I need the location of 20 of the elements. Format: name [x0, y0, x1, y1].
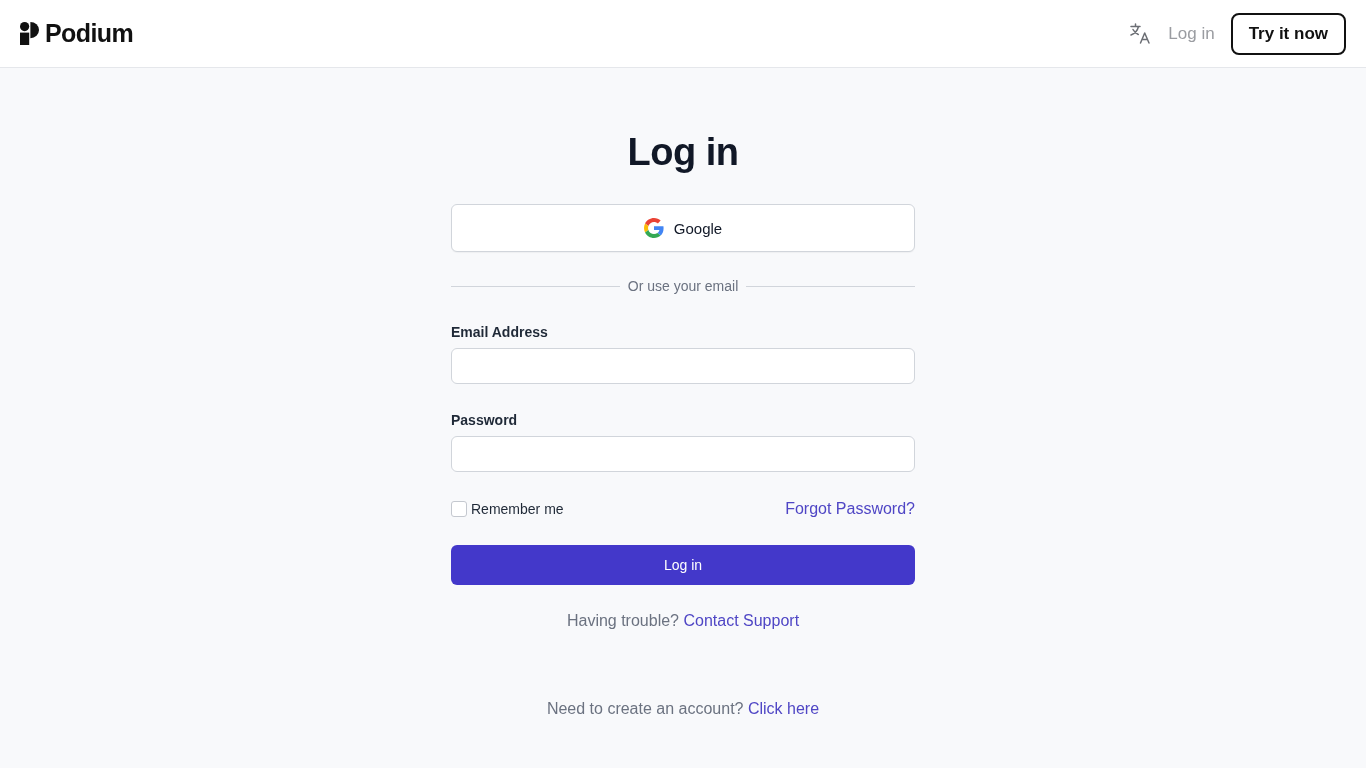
signup-link[interactable]: Click here — [747, 700, 820, 717]
remember-label: Remember me — [471, 501, 564, 517]
forgot-password-link[interactable]: Forgot Password? — [785, 500, 915, 518]
g-logo-icon — [643, 218, 664, 238]
input-field[interactable] — [451, 436, 915, 472]
help-text: Having trouble? Contact Support — [566, 611, 800, 631]
brand-name: Podium — [45, 19, 134, 48]
remember-checkbox[interactable] — [451, 501, 467, 517]
divider-text: Or use your email — [627, 278, 739, 294]
field-label: Email Address — [451, 323, 549, 342]
contact-support-link[interactable]: Contact Support — [683, 612, 800, 629]
logo-icon[interactable] — [20, 22, 39, 45]
translate-icon[interactable] — [1130, 23, 1152, 44]
page-title: Log in — [627, 130, 739, 175]
field-label: Password — [451, 411, 519, 430]
google-sign-in-button[interactable]: Google — [451, 204, 915, 252]
input-field[interactable] — [451, 348, 915, 384]
login-button[interactable]: Log in — [451, 545, 915, 585]
try-it-now-button[interactable]: Try it now — [1230, 12, 1346, 55]
signup-text: Need to create an account? Click here — [546, 699, 820, 719]
